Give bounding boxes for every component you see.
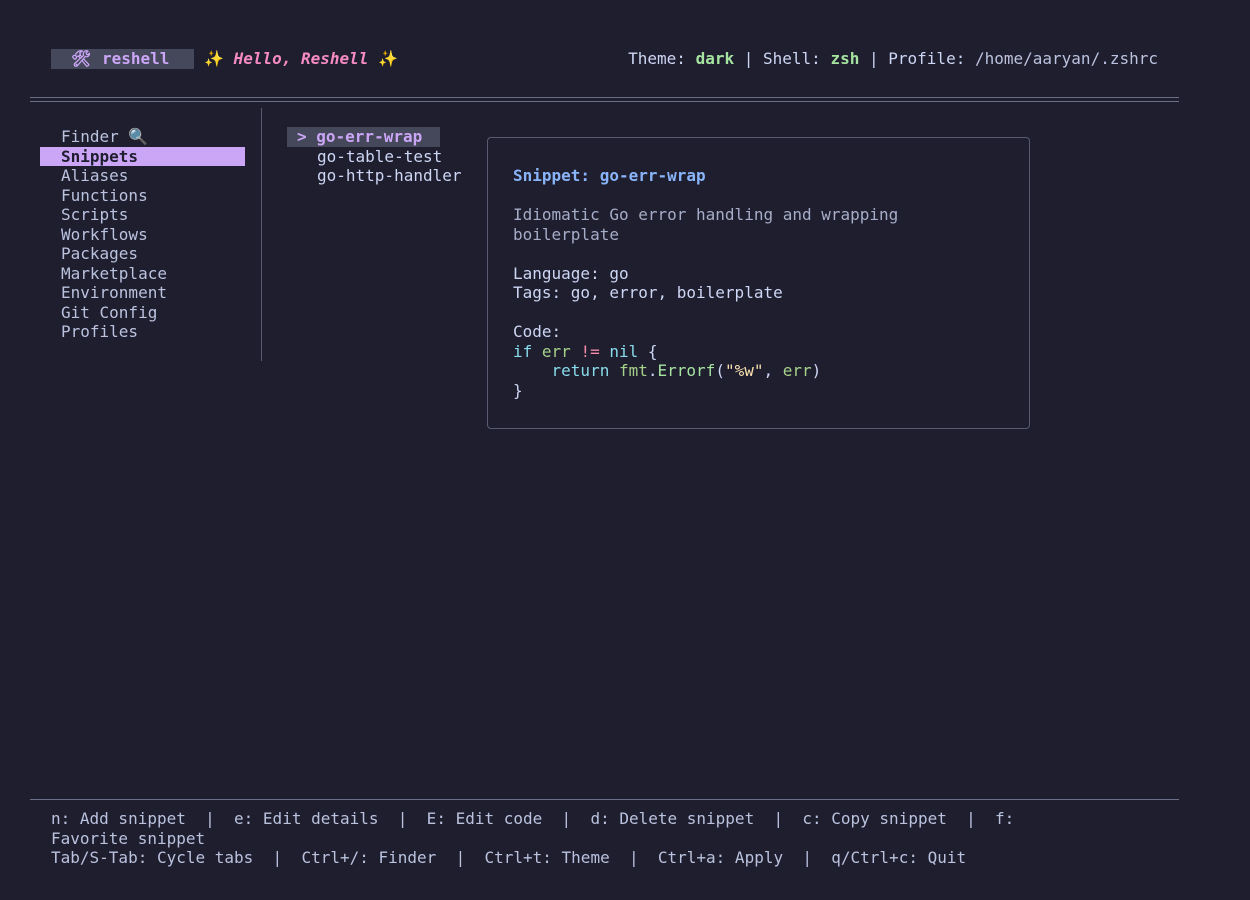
code-label: Code: — [513, 322, 562, 341]
snippet-item[interactable]: go-http-handler — [287, 166, 462, 186]
snippet-language: Language: go — [513, 263, 629, 283]
selection-marker: > — [297, 127, 317, 146]
profile-label: Profile: — [888, 49, 975, 68]
code-string: "%w" — [724, 361, 764, 380]
code-operator: != — [580, 341, 600, 361]
code-paren-open: ( — [715, 361, 725, 380]
snippet-description-cont: boilerplate — [513, 224, 619, 244]
code-package: fmt — [618, 361, 648, 380]
sidebar-item-profiles[interactable]: Profiles — [40, 322, 245, 342]
greeting-text: Hello, Reshell — [233, 49, 369, 68]
app-name: reshell — [102, 49, 170, 68]
snippet-title: Snippet: go-err-wrap — [513, 166, 706, 185]
help-line: Favorite snippet — [51, 828, 206, 848]
help-line: Tab/S-Tab: Cycle tabs | Ctrl+/: Finder |… — [51, 848, 967, 867]
code-argument: err — [782, 361, 812, 380]
code-dot: . — [647, 361, 658, 380]
sparkle-icon: ✨ — [378, 49, 398, 68]
theme-value: dark — [695, 49, 735, 68]
code-brace: { — [647, 341, 658, 361]
greeting: ✨ Hello, Reshell ✨ — [204, 49, 398, 69]
snippet-detail-panel: Snippet: go-err-wrap Idiomatic Go error … — [487, 137, 1030, 429]
header-divider — [30, 97, 1179, 102]
code-comma: , — [763, 361, 783, 380]
sidebar-item-finder[interactable]: Finder 🔍 — [40, 127, 245, 147]
tool-icon: 🛠 — [71, 49, 92, 68]
code-line-2: return fmt.Errorf("%w", err) — [513, 361, 822, 381]
sidebar-item-workflows[interactable]: Workflows — [40, 225, 245, 245]
code-keyword: if — [513, 341, 533, 361]
sidebar-item-snippets[interactable]: Snippets — [40, 146, 245, 166]
keybinding-help: n: Add snippet | e: Edit details | E: Ed… — [51, 809, 1014, 868]
code-keyword: return — [551, 361, 610, 380]
snippet-description: Idiomatic Go error handling and wrapping — [513, 205, 899, 224]
status-separator: | — [859, 49, 889, 68]
code-paren-close: ) — [811, 361, 822, 380]
header-bar: 🛠 reshell ✨ Hello, Reshell ✨ Theme: dark… — [51, 49, 1158, 69]
snippet-item-selected[interactable]: > go-err-wrap — [287, 127, 440, 147]
sidebar-item-environment[interactable]: Environment — [40, 283, 245, 303]
code-variable: err — [541, 341, 571, 361]
sparkle-icon: ✨ — [204, 49, 224, 68]
sidebar-item-scripts[interactable]: Scripts — [40, 205, 245, 225]
app-badge: 🛠 reshell — [51, 49, 194, 69]
snippet-item[interactable]: go-table-test — [287, 147, 462, 167]
sidebar-item-git-config[interactable]: Git Config — [40, 303, 245, 323]
shell-label: Shell: — [763, 49, 831, 68]
theme-label: Theme: — [628, 49, 696, 68]
sidebar-divider — [261, 108, 262, 361]
sidebar-item-marketplace[interactable]: Marketplace — [40, 264, 245, 284]
snippet-tags: Tags: go, error, boilerplate — [513, 283, 783, 302]
code-nil: nil — [609, 341, 639, 361]
code-function: Errorf — [657, 361, 716, 380]
help-line: n: Add snippet | e: Edit details | E: Ed… — [51, 809, 1015, 828]
footer-divider — [30, 799, 1179, 800]
profile-value: /home/aaryan/.zshrc — [974, 49, 1158, 68]
snippet-item-label: go-err-wrap — [316, 127, 423, 146]
sidebar-item-aliases[interactable]: Aliases — [40, 166, 245, 186]
snippet-list: > go-err-wrap go-table-test go-http-hand… — [287, 127, 462, 186]
sidebar-item-functions[interactable]: Functions — [40, 186, 245, 206]
code-line-3: } — [513, 380, 523, 400]
code-line-1: if err != nil { — [513, 342, 658, 362]
status-info: Theme: dark | Shell: zsh | Profile: /hom… — [628, 49, 1158, 69]
shell-value: zsh — [830, 49, 860, 68]
sidebar-nav: Finder 🔍 Snippets Aliases Functions Scri… — [40, 127, 245, 342]
status-separator: | — [734, 49, 764, 68]
sidebar-item-packages[interactable]: Packages — [40, 244, 245, 264]
